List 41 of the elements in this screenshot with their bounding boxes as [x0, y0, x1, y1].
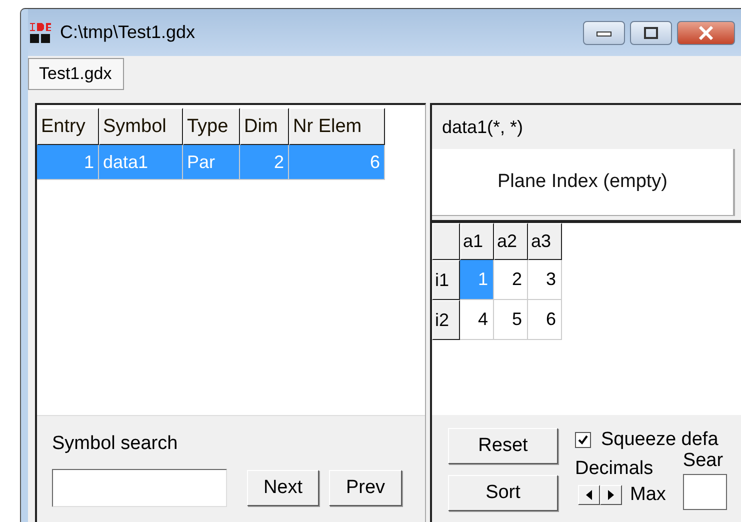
grid-cell[interactable]: 6 [528, 300, 562, 340]
column-header[interactable]: Symbol [99, 108, 183, 145]
close-icon [698, 26, 714, 40]
reset-button[interactable]: Reset [448, 428, 558, 464]
app-logo-icon [28, 20, 52, 44]
grid-cell[interactable]: 2 [494, 260, 528, 300]
search-label: Sear [682, 450, 724, 472]
minimize-button[interactable] [583, 20, 625, 44]
file-tab[interactable]: Test1.gdx [28, 58, 124, 90]
close-button[interactable] [677, 20, 735, 44]
grid-cell[interactable]: 5 [494, 300, 528, 340]
next-button[interactable]: Next [247, 470, 319, 506]
sort-button[interactable]: Sort [448, 475, 558, 511]
symbol-search-field[interactable] [52, 469, 227, 507]
decimals-label: Decimals [575, 458, 654, 480]
column-header[interactable]: a3 [528, 223, 562, 260]
column-header[interactable]: Dim [240, 108, 289, 145]
maximize-button[interactable] [630, 20, 672, 44]
left-arrow-icon [586, 490, 592, 500]
grid-cell[interactable]: 4 [460, 300, 494, 340]
column-header[interactable]: a2 [494, 223, 528, 260]
increase-button[interactable] [600, 485, 622, 505]
prev-button[interactable]: Prev [329, 470, 402, 506]
right-arrow-icon [608, 490, 614, 500]
plane-index-box: Plane Index (empty) [432, 149, 735, 216]
squeeze-checkbox[interactable] [575, 432, 591, 448]
column-header[interactable]: Nr Elem [289, 108, 385, 145]
grid-cell[interactable]: 3 [528, 260, 562, 300]
column-header[interactable]: Type [183, 108, 240, 145]
search-field[interactable] [682, 474, 727, 510]
squeeze-label: Squeeze defa [601, 429, 718, 451]
window-title: C:\tmp\Test1.gdx [60, 22, 196, 43]
maximize-icon [644, 26, 658, 38]
row-header[interactable]: i2 [432, 300, 460, 340]
search-label: Symbol search [52, 433, 178, 454]
minimize-icon [596, 28, 612, 36]
max-label: Max [630, 484, 666, 506]
column-header[interactable]: Entry [37, 108, 99, 145]
column-header[interactable]: a1 [460, 223, 494, 260]
row-header[interactable]: i1 [432, 260, 460, 300]
decrease-button[interactable] [578, 485, 600, 505]
